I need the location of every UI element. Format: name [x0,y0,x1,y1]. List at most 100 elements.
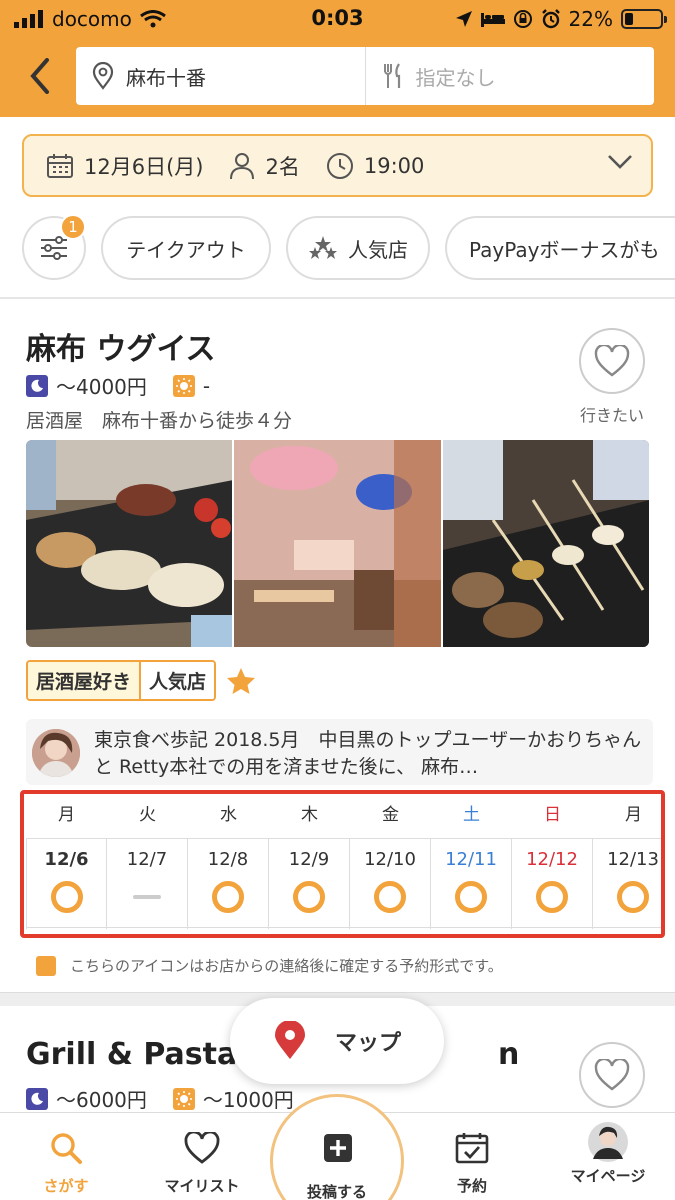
photo-strip[interactable] [26,440,649,647]
calendar-date: 12/10 [364,849,416,870]
heart-icon [594,1059,630,1091]
available-circle-icon [212,881,244,913]
chip-label: 人気店 [348,237,408,262]
calendar-day[interactable]: 12/11 [431,839,512,929]
search-icon [51,1133,82,1164]
restaurant-name[interactable]: 麻布 ウグイス [26,324,216,368]
calendar-date: 12/8 [207,849,249,870]
plus-square-icon [324,1134,352,1162]
reservation-note: こちらのアイコンはお店からの連絡後に確定する予約形式です。 [36,955,503,976]
lunch-price: - [202,373,211,398]
calendar-day[interactable]: 12/13 [593,839,661,929]
map-label: マップ [334,1031,401,1056]
chip-takeout[interactable]: テイクアウト [101,216,271,280]
chevron-down-icon [608,155,632,169]
heart-icon [184,1132,220,1164]
like-control: 行きたい [574,328,650,426]
divider [0,297,675,299]
lunch-price: ～1000円 [202,1088,294,1112]
calendar-date: 12/7 [126,849,168,870]
like-label: 行きたい [579,406,644,425]
tab-search[interactable]: さがす [6,1113,126,1200]
calendar-date: 12/12 [526,849,578,870]
weekday-label: 金 [382,805,399,825]
interior-photo[interactable] [234,440,441,647]
alarm-icon [541,9,560,29]
moon-icon [26,374,48,397]
calendar-date: 12/11 [445,849,497,870]
sun-icon [172,374,195,397]
chip-paypay[interactable]: PayPayボーナスがも [445,216,675,280]
sun-icon [172,1087,195,1110]
tag-izakaya: 居酒屋好き [28,662,142,699]
tab-label: マイページ [570,1167,646,1185]
available-circle-icon [293,881,325,913]
request-reservation-icon [36,955,56,976]
sliders-icon [41,236,67,260]
calendar-check-icon [455,1133,489,1164]
genre-field[interactable]: 指定なし [364,47,655,105]
weekday-label: 火 [139,805,156,825]
calendar-day[interactable]: 12/12 [512,839,593,929]
reservation-conditions[interactable]: 12月6日(月) 2名 19:00 [22,134,653,197]
like-button[interactable] [579,1042,645,1108]
stars-icon [309,236,337,259]
weekday-label: 水 [220,805,237,825]
heart-icon [594,345,630,377]
chevron-left-icon [30,58,49,94]
tab-mypage[interactable]: マイページ [548,1113,668,1200]
calendar-day[interactable]: 12/9 [269,839,350,929]
calendar-date: 12/13 [607,849,659,870]
location-value: 麻布十番 [126,65,206,90]
reviewer-avatar [32,729,80,777]
available-circle-icon [617,881,649,913]
weekday-label: 月 [625,805,642,825]
calendar-day: 12/7 [107,839,188,929]
fork-knife-icon [383,63,400,88]
skewers-photo[interactable] [442,440,649,647]
filter-count-badge: 1 [60,214,86,240]
battery-icon [621,9,667,29]
like-button[interactable] [579,328,645,394]
calendar-day[interactable]: 12/10 [350,839,431,929]
map-button[interactable]: マップ [230,998,444,1084]
review-snippet[interactable]: 東京食べ歩記 2018.5月 中目黒のトップユーザーかおりちゃんと Retty本… [26,719,653,785]
condition-date: 12月6日(月) [84,154,204,179]
weekday-label: 土 [463,805,480,825]
weekday-label: 木 [301,805,318,825]
availability-calendar: 月 火 水 木 金 土 日 月 12/6 12/7 12/8 12/9 12/10 12/11 12/12… [20,790,665,938]
tag-row: 居酒屋好き 人気店 [26,660,256,701]
location-field[interactable]: 麻布十番 [76,47,365,105]
weekday-row: 月火水木金土日月 [26,800,661,830]
available-circle-icon [536,881,568,913]
condition-people: 2名 [265,154,300,179]
search-bar: 麻布十番 指定なし [76,47,654,105]
calendar-day[interactable]: 12/6 [26,839,107,929]
calendar-icon [47,153,73,178]
map-pin-icon [92,62,114,90]
food-photo[interactable] [26,440,233,647]
condition-time: 19:00 [363,153,425,178]
back-button[interactable] [22,54,58,98]
available-circle-icon [51,881,83,913]
battery-percent: 22% [568,7,613,31]
status-bar: docomo 0:03 22% [0,0,675,38]
weekday-label: 日 [544,805,561,825]
tag-group: 居酒屋好き 人気店 [26,660,217,701]
genre-access: 居酒屋 麻布十番から徒歩４分 [26,410,293,432]
dinner-price: ～4000円 [56,375,147,399]
person-icon [230,152,255,179]
chip-popular[interactable]: 人気店 [286,216,430,280]
note-text: こちらのアイコンはお店からの連絡後に確定する予約形式です。 [70,957,503,975]
tab-reserve[interactable]: 予約 [412,1113,532,1200]
chip-label: PayPayボーナスがも [469,237,660,262]
filter-chips: 1 テイクアウト 人気店 PayPayボーナスがも [22,214,675,280]
app-screen: docomo 0:03 22% 麻布十番 指定なし 12月6日(月) 2名 19… [0,0,675,1200]
tab-mylist[interactable]: マイリスト [142,1113,262,1200]
genre-placeholder: 指定なし [415,65,496,90]
calendar-day[interactable]: 12/8 [188,839,269,929]
tab-label: マイリスト [164,1177,240,1195]
price-row: ～4000円 - [26,371,210,400]
like-control-2 [574,1042,650,1108]
review-text: 東京食べ歩記 2018.5月 中目黒のトップユーザーかおりちゃんと Retty本… [94,729,642,778]
